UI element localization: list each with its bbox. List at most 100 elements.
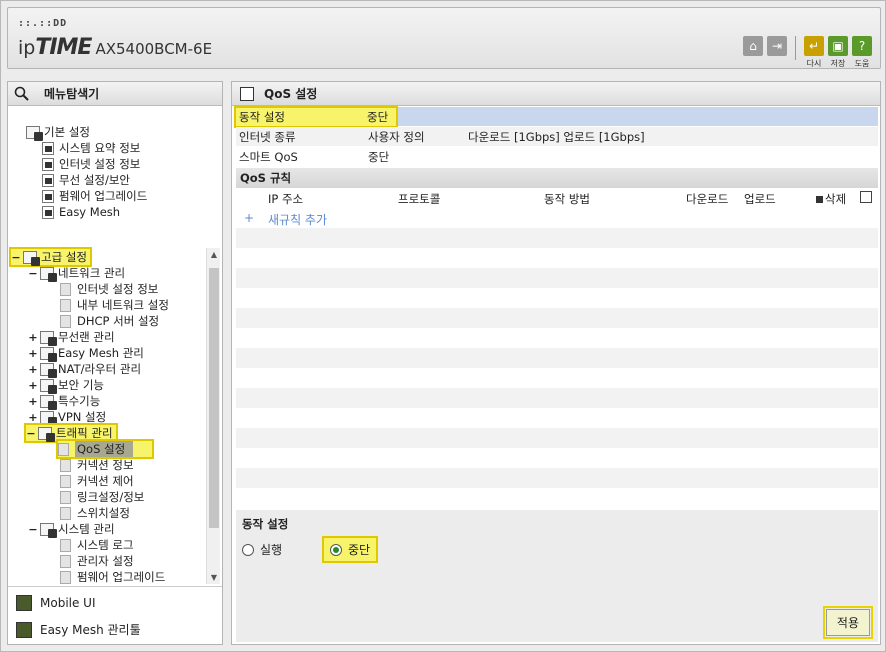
- status-label: 스마트 QoS: [239, 149, 298, 164]
- tree-label: 펌웨어 업그레이드: [77, 570, 166, 584]
- radio-label: 실행: [260, 543, 283, 557]
- table-row: [236, 488, 878, 508]
- page-icon: [60, 570, 71, 584]
- expand-icon: +: [28, 394, 38, 408]
- stop-radio[interactable]: [330, 543, 342, 556]
- operation-settings-box: 동작 설정 실행 중단 적용: [236, 510, 878, 642]
- logout-icon[interactable]: ⇥: [767, 36, 787, 56]
- tree-scrollbar[interactable]: ▲ ▼: [206, 248, 220, 584]
- add-rule-row: + 새규칙 추가: [236, 208, 878, 228]
- tree-wireless-manage[interactable]: + 무선랜 관리: [28, 329, 115, 346]
- tree-item-dhcp[interactable]: DHCP 서버 설정: [60, 313, 159, 329]
- tree-label: 내부 네트워크 설정: [77, 298, 169, 312]
- left-footer: Mobile UI Easy Mesh 관리툴: [8, 586, 222, 644]
- apply-button[interactable]: 적용: [822, 606, 874, 639]
- tree-label: 시스템 관리: [58, 522, 115, 536]
- add-icon[interactable]: +: [244, 211, 254, 225]
- footer-label: Mobile UI: [40, 596, 96, 610]
- tree-item-link[interactable]: 링크설정/정보: [60, 489, 144, 505]
- select-all-checkbox[interactable]: [860, 191, 872, 203]
- add-rule-link[interactable]: 새규칙 추가: [268, 211, 327, 228]
- table-row: [236, 328, 878, 348]
- tree-item-conn-info[interactable]: 커넥션 정보: [60, 457, 134, 473]
- tree-item-conn-control[interactable]: 커넥션 제어: [60, 473, 134, 489]
- tree-label: QoS 설정: [75, 441, 134, 457]
- home-icon[interactable]: ⌂: [743, 36, 763, 56]
- tree-security[interactable]: + 보안 기능: [28, 377, 104, 394]
- tree-label: VPN 설정: [58, 410, 107, 424]
- scroll-thumb[interactable]: [209, 268, 219, 528]
- tree-special[interactable]: + 특수기능: [28, 393, 101, 410]
- status-value: 사용자 정의: [368, 129, 425, 144]
- tree-advanced-settings[interactable]: − 고급 설정: [9, 247, 92, 267]
- menu-explorer: 메뉴탐색기 기본 설정 시스템 요약 정보 인터넷 설정 정보 무선 설정/보안…: [7, 81, 223, 645]
- tree-item-wireless[interactable]: 무선 설정/보안: [42, 172, 130, 188]
- tree-label: 무선 설정/보안: [59, 173, 131, 187]
- tree-item-switch[interactable]: 스위치설정: [60, 505, 130, 521]
- table-row: [236, 348, 878, 368]
- table-row: [236, 268, 878, 288]
- tree-label: NAT/라우터 관리: [58, 362, 142, 376]
- tree-label: 기본 설정: [44, 125, 90, 139]
- save-icon[interactable]: ▣: [828, 36, 848, 56]
- tree-label: 네트워크 관리: [58, 266, 126, 280]
- tree-label: 스위치설정: [77, 506, 130, 520]
- page-icon: [60, 490, 71, 504]
- tree-item-sys-firmware[interactable]: 펌웨어 업그레이드: [60, 569, 165, 584]
- scroll-up-icon[interactable]: ▲: [209, 250, 219, 259]
- tree-item-syslog[interactable]: 시스템 로그: [60, 537, 134, 553]
- tree-item-lan-setup[interactable]: 내부 네트워크 설정: [60, 297, 169, 313]
- page-title: QoS 설정: [264, 87, 318, 101]
- table-row: [236, 428, 878, 448]
- tree-nat-router[interactable]: + NAT/라우터 관리: [28, 361, 142, 378]
- tree-item-internet-setup[interactable]: 인터넷 설정 정보: [60, 281, 158, 297]
- run-radio[interactable]: [242, 543, 254, 556]
- tree-label: 펌웨어 업그레이드: [59, 189, 148, 203]
- stop-radio-option[interactable]: 중단: [321, 536, 379, 563]
- tree-item-admin[interactable]: 관리자 설정: [60, 553, 134, 569]
- expand-icon: +: [28, 362, 38, 376]
- status-value: 중단: [368, 149, 390, 164]
- tree-label: 특수기능: [58, 394, 101, 408]
- tree-easymesh-manage[interactable]: + Easy Mesh 관리: [28, 345, 144, 362]
- tree-network-manage[interactable]: − 네트워크 관리: [28, 265, 126, 282]
- search-icon: [14, 86, 29, 101]
- mesh-icon: [42, 205, 54, 219]
- tree-label: 커넥션 정보: [77, 458, 134, 472]
- tree-item-qos[interactable]: QoS 설정: [56, 439, 154, 459]
- scroll-down-icon[interactable]: ▼: [209, 573, 219, 582]
- col-upload: 업로드: [744, 192, 776, 206]
- tree-label: 트래픽 관리: [56, 426, 113, 440]
- col-protocol: 프로토콜: [398, 192, 441, 206]
- mobile-ui-link[interactable]: Mobile UI: [16, 595, 96, 611]
- tree-label: Easy Mesh 관리: [58, 346, 144, 360]
- tree-item-firmware[interactable]: 펌웨어 업그레이드: [42, 188, 147, 204]
- tree-system-manage[interactable]: − 시스템 관리: [28, 521, 115, 538]
- tree-label: 링크설정/정보: [77, 490, 145, 504]
- reload-icon[interactable]: ↵: [804, 36, 824, 56]
- top-header: ::.::DD ip TIME AX5400BCM-6E ⌂ ⇥ ↵ 다시 ▣ 저장…: [7, 7, 881, 69]
- col-ip: IP 주소: [268, 192, 304, 206]
- tree-basic-settings[interactable]: 기본 설정: [26, 124, 90, 141]
- run-radio-option[interactable]: 실행: [236, 538, 288, 561]
- expand-icon: +: [28, 410, 38, 424]
- page-icon: [60, 282, 71, 296]
- folder-icon: [23, 250, 40, 266]
- router-icon: [40, 362, 57, 378]
- tree-item-system-summary[interactable]: 시스템 요약 정보: [42, 140, 140, 156]
- tree-traffic-manage[interactable]: − 트래픽 관리: [24, 423, 118, 443]
- tree-label: 관리자 설정: [77, 554, 134, 568]
- col-method: 동작 방법: [544, 192, 590, 206]
- help-icon[interactable]: ?: [852, 36, 872, 56]
- tree-item-internet-info[interactable]: 인터넷 설정 정보: [42, 156, 140, 172]
- tree-item-easymesh[interactable]: Easy Mesh: [42, 204, 120, 220]
- table-row: [236, 468, 878, 488]
- table-row: [236, 288, 878, 308]
- network-icon: [40, 266, 57, 282]
- toolbar-divider: [795, 36, 796, 60]
- status-label: 동작 설정: [239, 110, 285, 124]
- tree-vpn[interactable]: + VPN 설정: [28, 409, 107, 426]
- qos-panel: QoS 설정 동작 설정 중단 인터넷 종류 사용자 정의 다운로드 [1Gbp…: [231, 81, 881, 645]
- easymesh-tool-link[interactable]: Easy Mesh 관리툴: [16, 621, 141, 638]
- header-toolbar: ⌂ ⇥ ↵ 다시 ▣ 저장 ? 도움: [743, 36, 872, 69]
